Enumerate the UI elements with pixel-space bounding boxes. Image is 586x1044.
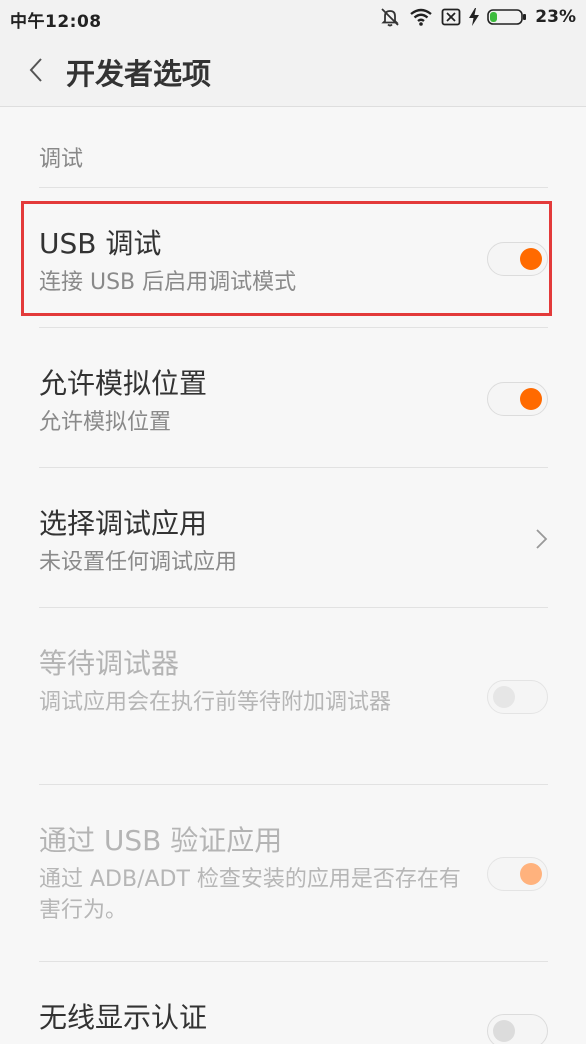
screen: 中午12:08 23% 开发者选项 调试 USB 调试 连接 USB 后启用调试… (0, 0, 586, 1044)
wait-for-debugger-toggle[interactable] (487, 680, 548, 714)
divider (39, 327, 548, 328)
chevron-left-icon (29, 58, 42, 82)
back-button[interactable] (18, 52, 54, 88)
status-time: 中午12:08 (10, 12, 102, 32)
setting-title: 通过 USB 验证应用 (39, 824, 283, 857)
mock-location-toggle[interactable] (487, 382, 548, 416)
section-header-debug: 调试 (39, 147, 84, 172)
charging-bolt-icon (469, 8, 480, 26)
chevron-right-icon (536, 529, 548, 549)
divider (39, 467, 548, 468)
setting-subtitle: 允许模拟位置 (39, 410, 172, 435)
status-bar: 中午12:08 23% (0, 0, 586, 34)
setting-subtitle: 连接 USB 后启用调试模式 (39, 270, 297, 295)
status-icons: 23% (379, 5, 576, 29)
header: 开发者选项 (0, 34, 586, 107)
wireless-display-toggle[interactable] (487, 1014, 548, 1044)
divider (39, 187, 548, 188)
divider (39, 607, 548, 608)
setting-wait-for-debugger[interactable]: 等待调试器 调试应用会在执行前等待附加调试器 (0, 627, 586, 783)
setting-title: 等待调试器 (39, 647, 180, 680)
setting-title: 无线显示认证 (39, 1001, 208, 1034)
sim-none-icon (441, 8, 461, 26)
bell-muted-icon (379, 6, 401, 28)
wifi-icon (409, 7, 433, 27)
page-title: 开发者选项 (66, 57, 212, 91)
setting-mock-location[interactable]: 允许模拟位置 允许模拟位置 (0, 347, 586, 467)
setting-wireless-display-certification[interactable]: 无线显示认证 (0, 981, 586, 1044)
verify-apps-toggle[interactable] (487, 857, 548, 891)
divider (39, 961, 548, 962)
setting-subtitle: 通过 ADB/ADT 检查安装的应用是否存在有害行为。 (39, 867, 461, 923)
setting-verify-apps-over-usb[interactable]: 通过 USB 验证应用 通过 ADB/ADT 检查安装的应用是否存在有害行为。 (0, 804, 586, 960)
setting-title: USB 调试 (39, 227, 162, 260)
setting-select-debug-app[interactable]: 选择调试应用 未设置任何调试应用 (0, 487, 586, 607)
setting-usb-debugging[interactable]: USB 调试 连接 USB 后启用调试模式 (0, 207, 586, 317)
usb-debugging-toggle[interactable] (487, 242, 548, 276)
battery-icon (487, 8, 527, 26)
setting-title: 选择调试应用 (39, 507, 208, 540)
setting-subtitle: 未设置任何调试应用 (39, 550, 238, 575)
setting-subtitle: 调试应用会在执行前等待附加调试器 (39, 690, 392, 715)
battery-percent: 23% (535, 7, 576, 27)
divider (39, 784, 548, 785)
setting-title: 允许模拟位置 (39, 367, 208, 400)
